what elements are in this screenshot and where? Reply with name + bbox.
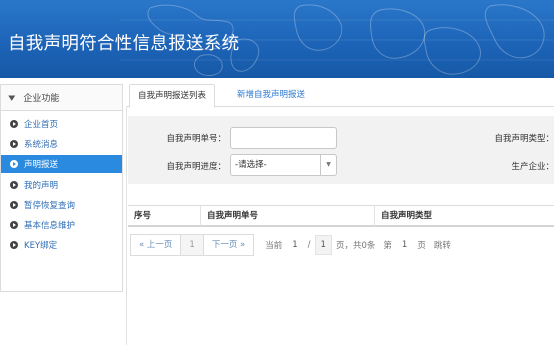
sidebar-item-label: 声明报送 (24, 160, 59, 171)
circle-arrow-icon (10, 200, 18, 209)
goto-suffix: 页 (417, 241, 426, 251)
app-header: 自我声明符合性信息报送系统 (0, 0, 554, 78)
declaration-table-header: 序号 自我声明单号 自我声明类型 (128, 205, 554, 227)
declaration-number-input[interactable] (230, 127, 337, 149)
sidebar-item-basic-info[interactable]: 基本信息维护 (1, 216, 122, 234)
sidebar-item-label: 我的声明 (24, 180, 59, 191)
sidebar-item-label: KEY绑定 (24, 241, 58, 252)
tab-declaration-list[interactable]: 自我声明报送列表 (129, 84, 216, 108)
declaration-type-label: 自我声明类型： (494, 134, 554, 144)
sidebar-item-label: 企业首页 (24, 120, 59, 130)
manufacturer-label: 生产企业： (511, 162, 554, 172)
sidebar: ▼ 企业功能 企业首页 系统消息 声明报送 我的声明 暂停恢复查询 基本信息维护 (0, 84, 123, 292)
sidebar-item-home[interactable]: 企业首页 (1, 115, 122, 133)
column-header-index: 序号 (134, 211, 152, 221)
column-header-type: 自我声明类型 (374, 206, 554, 226)
circle-arrow-icon (10, 160, 18, 169)
sidebar-heading-label: 企业功能 (23, 94, 60, 104)
circle-arrow-icon (10, 180, 18, 189)
total-pages-value: 1 (314, 235, 332, 255)
sidebar-item-suspend-query[interactable]: 暂停恢复查询 (1, 196, 122, 214)
chevron-down-icon: ▼ (320, 155, 336, 175)
tab-new-declaration[interactable]: 新增自我声明报送 (229, 84, 313, 107)
app-title: 自我声明符合性信息报送系统 (8, 34, 240, 54)
current-page-value: 1 (292, 240, 298, 250)
content-divider (126, 106, 127, 345)
next-page-button[interactable]: 下一页 » (202, 234, 255, 256)
page-1-button[interactable]: 1 (180, 234, 204, 256)
declaration-progress-label: 自我声明进度： (166, 162, 226, 172)
tab-bar: 自我声明报送列表 新增自我声明报送 (127, 84, 554, 108)
filter-panel: 自我声明单号： 自我声明类型： 自我声明进度： -请选择- ▼ 生产企业： (128, 116, 554, 184)
prev-page-button[interactable]: « 上一页 (130, 234, 182, 256)
record-summary: 页，共0条 (335, 241, 376, 251)
declaration-progress-select[interactable]: -请选择- ▼ (230, 154, 337, 176)
circle-arrow-icon (10, 140, 18, 149)
circle-arrow-icon (10, 120, 18, 128)
sidebar-menu: 企业首页 系统消息 声明报送 我的声明 暂停恢复查询 基本信息维护 KEY绑定 (1, 111, 122, 254)
goto-label: 第 (383, 241, 392, 251)
sidebar-item-messages[interactable]: 系统消息 (1, 135, 122, 153)
current-label: 当前 (265, 241, 283, 251)
declaration-progress-value: -请选择- (235, 160, 267, 170)
sidebar-item-label: 基本信息维护 (24, 220, 76, 231)
sidebar-item-label: 系统消息 (24, 140, 59, 151)
jump-button[interactable]: 跳转 (434, 239, 451, 251)
sidebar-item-my-declarations[interactable]: 我的声明 (1, 176, 122, 194)
sidebar-item-key-binding[interactable]: KEY绑定 (1, 236, 122, 254)
page-separator: / (307, 240, 311, 250)
column-header-number: 自我声明单号 (200, 206, 374, 226)
pagination-info: 当前 1 / 1 页，共0条 第 1 页 跳转 (265, 235, 451, 255)
declaration-number-label: 自我声明单号： (166, 134, 226, 144)
circle-arrow-icon (10, 220, 18, 229)
sidebar-item-declaration-submit[interactable]: 声明报送 (1, 155, 122, 174)
circle-arrow-icon (10, 241, 18, 250)
sidebar-heading[interactable]: ▼ 企业功能 (1, 85, 122, 111)
chevron-down-icon: ▼ (8, 93, 16, 102)
goto-page-input[interactable]: 1 (396, 235, 413, 255)
pagination: « 上一页 1 下一页 » 当前 1 / 1 页，共0条 第 1 页 跳转 (130, 234, 451, 256)
sidebar-item-label: 暂停恢复查询 (24, 200, 76, 211)
